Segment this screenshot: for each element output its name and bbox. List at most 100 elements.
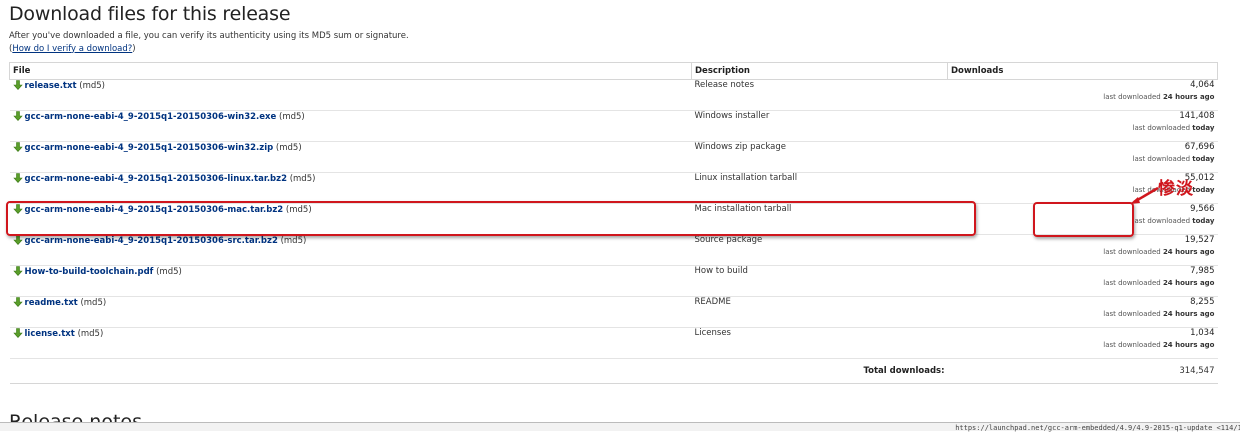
column-header-downloads: Downloads: [947, 62, 1218, 80]
table-row: readme.txt (md5) README 8,255 last download…: [9, 296, 1218, 328]
last-downloaded-when: today: [1192, 155, 1215, 163]
last-downloaded-when: today: [1192, 217, 1215, 225]
last-downloaded: last downloaded 24 hours ago: [951, 341, 1215, 350]
table-row: gcc-arm-none-eabi-4_9-2015q1-20150306-wi…: [9, 141, 1218, 173]
last-downloaded-prefix: last downloaded: [1103, 341, 1161, 349]
file-download-link[interactable]: release.txt: [25, 81, 77, 91]
md5-link[interactable]: (md5): [276, 143, 302, 153]
last-downloaded-when: 24 hours ago: [1162, 341, 1215, 349]
last-downloaded-when: 24 hours ago: [1162, 93, 1215, 101]
download-arrow-icon: [12, 297, 23, 307]
download-arrow-icon: [12, 111, 23, 121]
last-downloaded-prefix: last downloaded: [1103, 310, 1161, 318]
file-cell: How-to-build-toolchain.pdf (md5): [9, 265, 692, 297]
total-downloads-value: 314,547: [947, 358, 1218, 384]
md5-link[interactable]: (md5): [78, 329, 104, 339]
table-row: release.txt (md5) Release notes 4,064 last …: [9, 79, 1218, 111]
md5-link[interactable]: (md5): [156, 267, 182, 277]
download-arrow-icon: [12, 142, 23, 152]
table-header-row: File Description Downloads: [9, 62, 1218, 80]
last-downloaded-prefix: last downloaded: [1132, 217, 1191, 225]
last-downloaded-when: today: [1192, 186, 1215, 194]
file-description: Source package: [691, 234, 948, 266]
last-downloaded: last downloaded today: [951, 155, 1215, 164]
intro-suffix: ): [132, 43, 136, 54]
file-cell: readme.txt (md5): [9, 296, 692, 328]
last-downloaded: last downloaded today: [951, 124, 1215, 133]
download-stats: 19,527 last downloaded 24 hours ago: [947, 234, 1218, 266]
last-downloaded-prefix: last downloaded: [1103, 93, 1161, 101]
last-downloaded: last downloaded 24 hours ago: [951, 279, 1215, 288]
last-downloaded-when: 24 hours ago: [1162, 248, 1215, 256]
file-download-link[interactable]: gcc-arm-none-eabi-4_9-2015q1-20150306-wi…: [25, 143, 274, 153]
download-arrow-icon: [12, 80, 23, 90]
page-title: Download files for this release: [9, 3, 291, 25]
annotation-label: 惨淡: [1158, 179, 1194, 199]
file-cell: gcc-arm-none-eabi-4_9-2015q1-20150306-wi…: [9, 141, 692, 173]
download-stats: 4,064 last downloaded 24 hours ago: [947, 79, 1218, 111]
status-url: https://launchpad.net/gcc-arm-embedded/4…: [955, 424, 1240, 432]
file-description: Windows installer: [691, 110, 948, 142]
mac-count-highlight: [1033, 202, 1134, 237]
annotation-arrow-icon: [1130, 186, 1159, 204]
download-count: 1,034: [1190, 328, 1215, 338]
download-stats: 1,034 last downloaded 24 hours ago: [947, 327, 1218, 359]
file-description: Linux installation tarball: [691, 172, 948, 204]
file-cell: gcc-arm-none-eabi-4_9-2015q1-20150306-wi…: [9, 110, 692, 142]
download-stats: 67,696 last downloaded today: [947, 141, 1218, 173]
file-download-link[interactable]: license.txt: [25, 329, 75, 339]
download-arrow-icon: [12, 173, 23, 183]
last-downloaded-prefix: last downloaded: [1103, 248, 1161, 256]
mac-row-highlight: [6, 201, 976, 236]
table-row: gcc-arm-none-eabi-4_9-2015q1-20150306-sr…: [9, 234, 1218, 266]
last-downloaded-prefix: last downloaded: [1132, 124, 1191, 132]
download-arrow-icon: [12, 235, 23, 245]
table-row: license.txt (md5) Licenses 1,034 last downl…: [9, 327, 1218, 359]
download-count: 7,985: [1190, 266, 1215, 276]
file-download-link[interactable]: readme.txt: [25, 298, 78, 308]
last-downloaded-when: 24 hours ago: [1162, 279, 1215, 287]
file-description: Windows zip package: [691, 141, 948, 173]
download-stats: 141,408 last downloaded today: [947, 110, 1218, 142]
last-downloaded: last downloaded 24 hours ago: [951, 310, 1215, 319]
last-downloaded: last downloaded 24 hours ago: [951, 248, 1215, 257]
md5-link[interactable]: (md5): [279, 112, 305, 122]
download-count: 8,255: [1190, 297, 1215, 307]
file-download-link[interactable]: gcc-arm-none-eabi-4_9-2015q1-20150306-li…: [25, 174, 288, 184]
file-description: README: [691, 296, 948, 328]
last-downloaded-prefix: last downloaded: [1132, 155, 1191, 163]
md5-link[interactable]: (md5): [80, 298, 106, 308]
download-stats: 7,985 last downloaded 24 hours ago: [947, 265, 1218, 297]
md5-link[interactable]: (md5): [281, 236, 307, 246]
file-description: Release notes: [691, 79, 948, 111]
download-count: 4,064: [1190, 80, 1215, 90]
table-row: How-to-build-toolchain.pdf (md5) How to b…: [9, 265, 1218, 297]
total-row: Total downloads: 314,547: [9, 358, 1218, 384]
file-description: How to build: [691, 265, 948, 297]
column-header-file: File: [9, 62, 692, 80]
md5-link[interactable]: (md5): [79, 81, 105, 91]
download-count: 67,696: [1184, 142, 1215, 152]
file-download-link[interactable]: gcc-arm-none-eabi-4_9-2015q1-20150306-wi…: [25, 112, 277, 122]
table-row: gcc-arm-none-eabi-4_9-2015q1-20150306-wi…: [9, 110, 1218, 142]
file-download-link[interactable]: How-to-build-toolchain.pdf: [25, 267, 154, 277]
md5-link[interactable]: (md5): [290, 174, 316, 184]
verify-download-link[interactable]: How do I verify a download?: [12, 44, 132, 54]
last-downloaded-when: 24 hours ago: [1162, 310, 1215, 318]
file-description: Licenses: [691, 327, 948, 359]
file-download-link[interactable]: gcc-arm-none-eabi-4_9-2015q1-20150306-sr…: [25, 236, 278, 246]
download-stats: 8,255 last downloaded 24 hours ago: [947, 296, 1218, 328]
last-downloaded-prefix: last downloaded: [1103, 279, 1161, 287]
file-cell: gcc-arm-none-eabi-4_9-2015q1-20150306-li…: [9, 172, 692, 204]
download-arrow-icon: [12, 328, 23, 338]
download-arrow-icon: [12, 266, 23, 276]
download-count: 141,408: [1179, 111, 1215, 121]
file-cell: license.txt (md5): [9, 327, 692, 359]
total-downloads-label: Total downloads:: [691, 358, 948, 384]
last-downloaded: last downloaded 24 hours ago: [951, 93, 1215, 102]
column-header-description: Description: [691, 62, 948, 80]
file-cell: release.txt (md5): [9, 79, 692, 111]
intro-text: After you've downloaded a file, you can …: [9, 30, 409, 55]
file-cell: gcc-arm-none-eabi-4_9-2015q1-20150306-sr…: [9, 234, 692, 266]
table-row: gcc-arm-none-eabi-4_9-2015q1-20150306-li…: [9, 172, 1218, 204]
